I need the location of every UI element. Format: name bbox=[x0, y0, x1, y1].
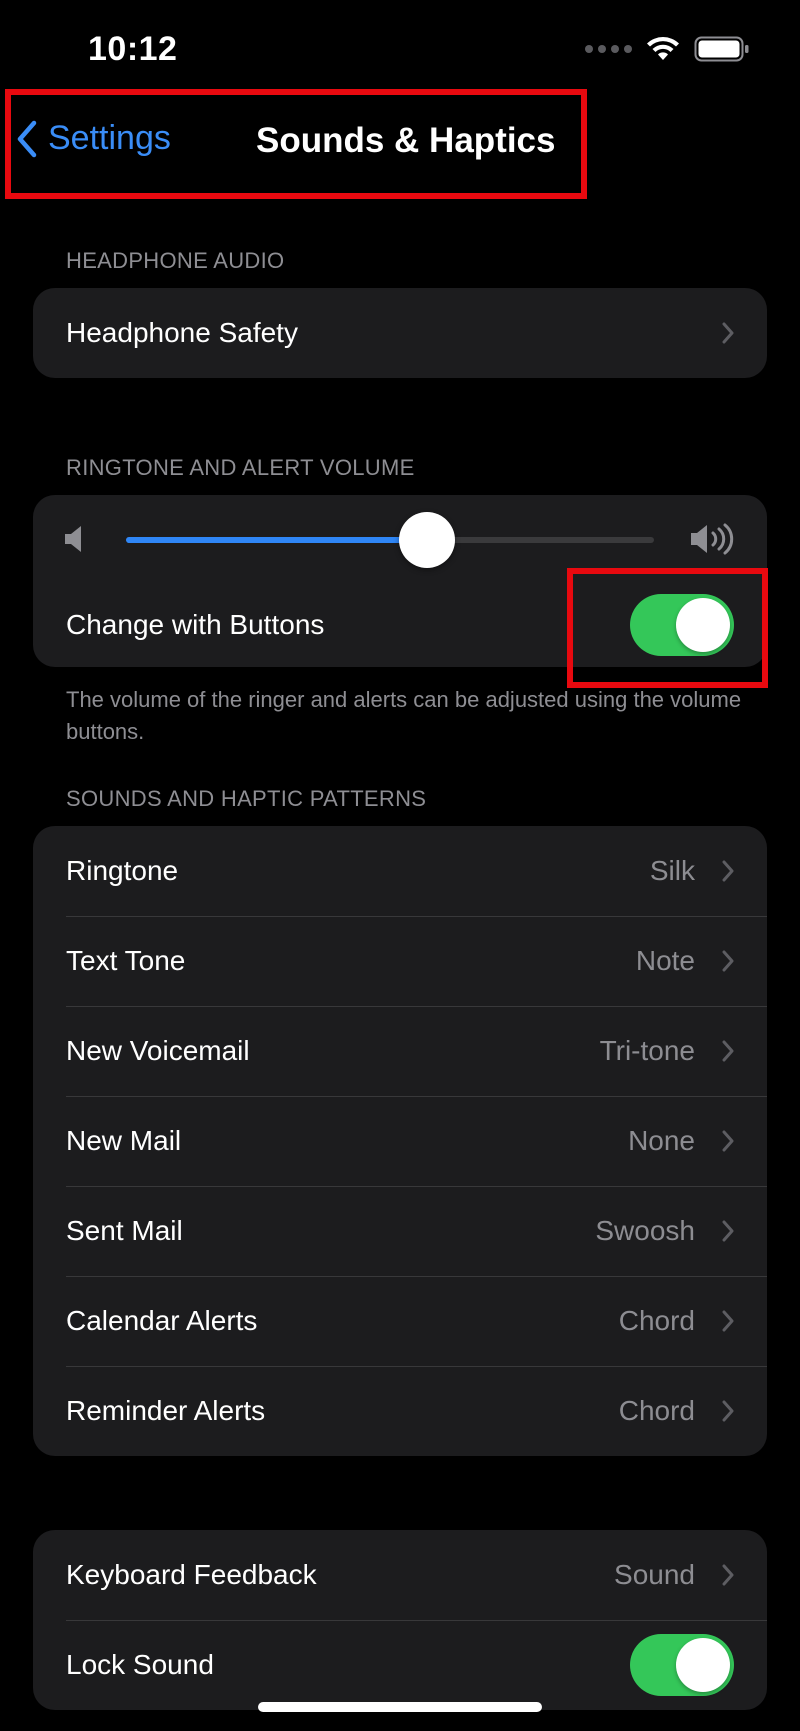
row-keyboard-feedback[interactable]: Keyboard Feedback Sound bbox=[33, 1530, 767, 1620]
chevron-right-icon bbox=[722, 860, 734, 882]
row-new-mail[interactable]: New Mail None bbox=[33, 1096, 767, 1186]
chevron-right-icon bbox=[722, 322, 734, 344]
row-sent-mail[interactable]: Sent Mail Swoosh bbox=[33, 1186, 767, 1276]
row-ringtone[interactable]: Ringtone Silk bbox=[33, 826, 767, 916]
headphone-audio-group: Headphone Safety bbox=[33, 288, 767, 378]
row-label: Keyboard Feedback bbox=[66, 1559, 317, 1590]
row-new-voicemail[interactable]: New Voicemail Tri-tone bbox=[33, 1006, 767, 1096]
row-value: Sound bbox=[614, 1559, 695, 1590]
row-value: None bbox=[628, 1125, 695, 1156]
status-time: 10:12 bbox=[88, 30, 178, 68]
section-header-ringtone-volume: RINGTONE AND ALERT VOLUME bbox=[66, 455, 415, 480]
chevron-right-icon bbox=[722, 1130, 734, 1152]
row-headphone-safety[interactable]: Headphone Safety bbox=[33, 288, 767, 378]
row-label: Text Tone bbox=[66, 945, 186, 976]
section-header-headphone-audio: HEADPHONE AUDIO bbox=[66, 248, 285, 273]
home-indicator bbox=[258, 1702, 542, 1712]
volume-footer-note: The volume of the ringer and alerts can … bbox=[66, 687, 742, 744]
row-label: Change with Buttons bbox=[66, 609, 325, 640]
row-label: New Voicemail bbox=[66, 1035, 250, 1066]
lock-sound-toggle[interactable] bbox=[630, 1634, 734, 1696]
speaker-low-icon bbox=[65, 526, 81, 552]
row-value: Silk bbox=[649, 855, 695, 886]
chevron-right-icon bbox=[722, 1310, 734, 1332]
row-label: Reminder Alerts bbox=[66, 1395, 266, 1426]
row-value: Note bbox=[635, 945, 695, 976]
volume-slider-fill bbox=[126, 537, 427, 543]
row-value: Chord bbox=[618, 1305, 695, 1336]
row-label: Ringtone bbox=[66, 855, 179, 886]
highlight-box-navigation bbox=[5, 89, 587, 199]
status-icons bbox=[585, 36, 750, 62]
battery-icon bbox=[694, 36, 750, 62]
row-value: Swoosh bbox=[595, 1215, 695, 1246]
row-calendar-alerts[interactable]: Calendar Alerts Chord bbox=[33, 1276, 767, 1366]
row-lock-sound: Lock Sound bbox=[33, 1620, 767, 1710]
row-label: Sent Mail bbox=[66, 1215, 183, 1246]
chevron-right-icon bbox=[722, 1400, 734, 1422]
volume-slider-thumb[interactable] bbox=[398, 512, 455, 568]
cellular-signal-icon bbox=[585, 45, 632, 53]
chevron-right-icon bbox=[722, 1220, 734, 1242]
row-value: Chord bbox=[618, 1395, 695, 1426]
volume-slider[interactable] bbox=[126, 512, 654, 568]
chevron-right-icon bbox=[722, 1040, 734, 1062]
highlight-box-toggle bbox=[567, 568, 768, 688]
row-reminder-alerts[interactable]: Reminder Alerts Chord bbox=[33, 1366, 767, 1456]
chevron-right-icon bbox=[722, 1564, 734, 1586]
patterns-group: Ringtone Silk Text Tone Note New Voicema… bbox=[33, 826, 767, 1456]
row-text-tone[interactable]: Text Tone Note bbox=[33, 916, 767, 1006]
speaker-high-icon bbox=[691, 523, 734, 555]
row-label: Calendar Alerts bbox=[66, 1305, 258, 1336]
row-label: Headphone Safety bbox=[66, 317, 298, 348]
row-label: New Mail bbox=[66, 1125, 182, 1156]
row-value: Tri-tone bbox=[599, 1035, 695, 1066]
wifi-icon bbox=[646, 36, 680, 62]
chevron-right-icon bbox=[722, 950, 734, 972]
section-header-patterns: SOUNDS AND HAPTIC PATTERNS bbox=[66, 786, 427, 811]
feedback-group: Keyboard Feedback Sound Lock Sound bbox=[33, 1530, 767, 1710]
row-label: Lock Sound bbox=[66, 1649, 214, 1680]
